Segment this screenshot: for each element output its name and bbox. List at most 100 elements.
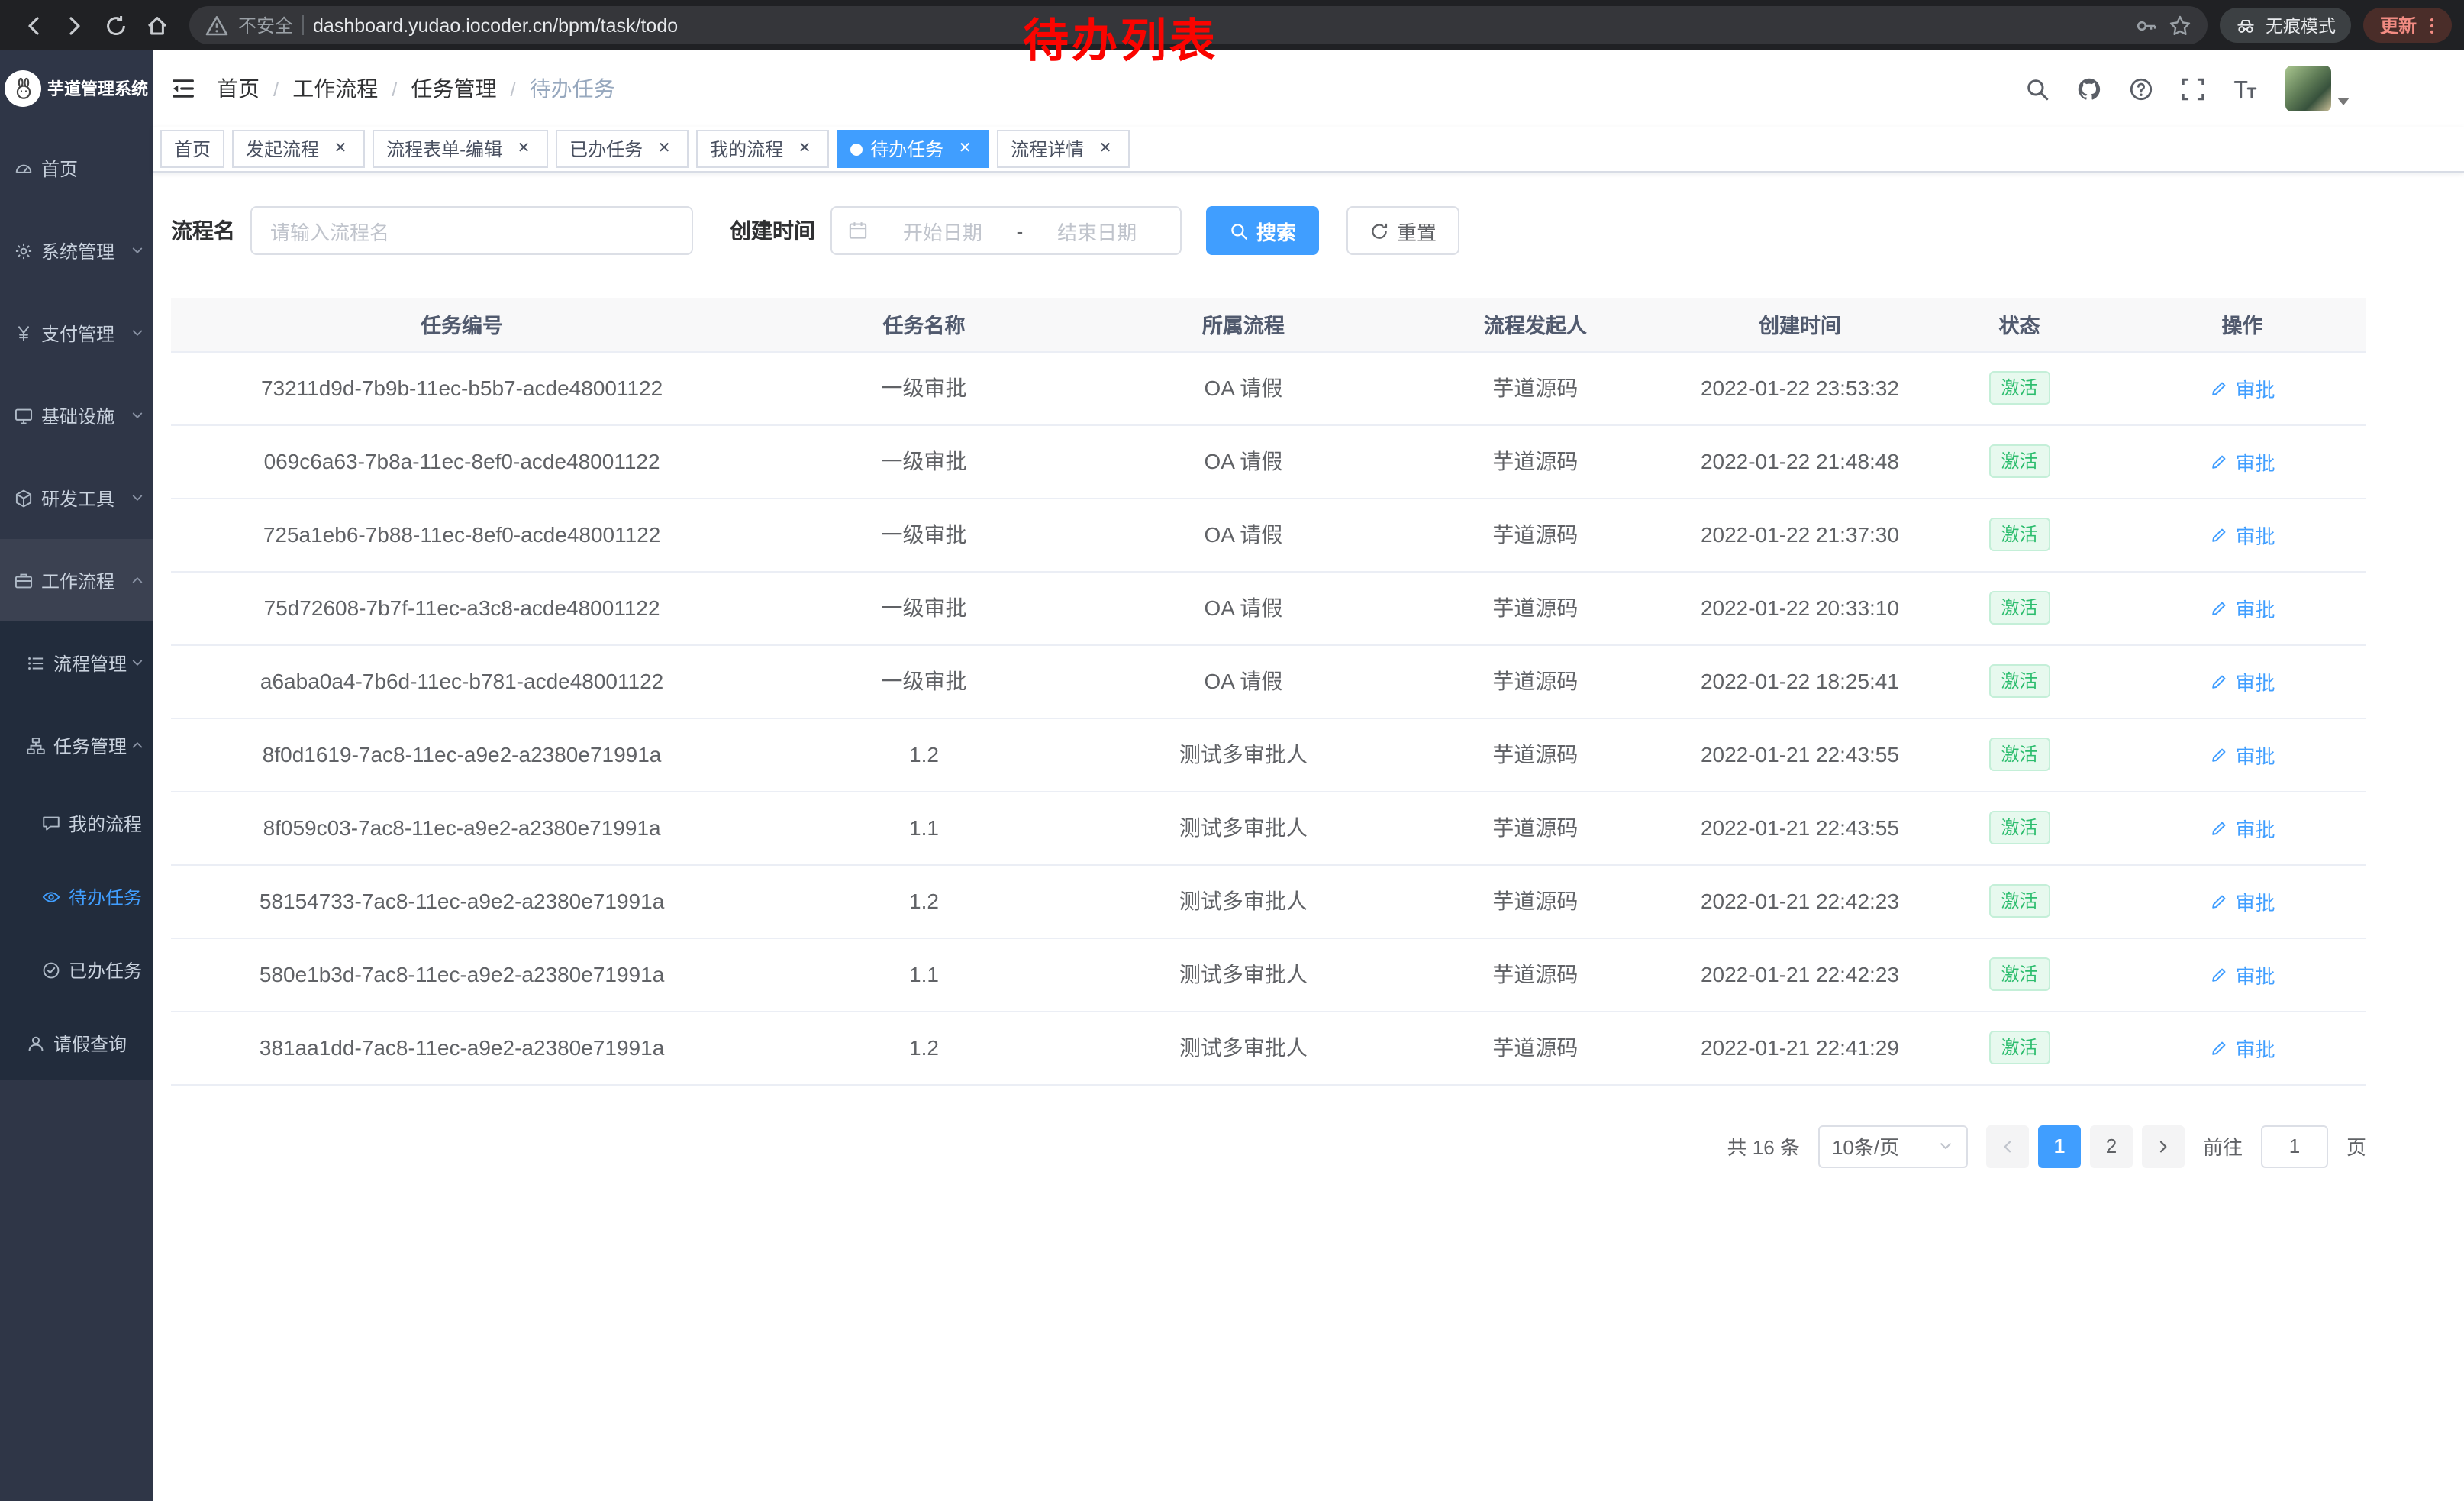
sidebar-item-leave-query[interactable]: 请假查询: [0, 1006, 153, 1080]
gear-icon: [14, 240, 34, 260]
app-logo[interactable]: 芋道管理系统: [0, 50, 153, 127]
page-button-1[interactable]: 1: [2038, 1125, 2081, 1167]
range-separator: -: [1017, 219, 1024, 242]
sidebar-item-home[interactable]: 首页: [0, 127, 153, 209]
edit-icon: [2209, 378, 2229, 398]
approve-link[interactable]: 审批: [2209, 667, 2275, 696]
fullscreen-button[interactable]: [2175, 72, 2209, 105]
col-status: 状态: [1921, 298, 2118, 351]
close-icon[interactable]: ✕: [653, 138, 675, 160]
home-button[interactable]: [136, 5, 177, 46]
header-search-button[interactable]: [2020, 72, 2053, 105]
sidebar-item-infrastructure[interactable]: 基础设施: [0, 374, 153, 457]
edit-icon: [2209, 1038, 2229, 1057]
create-time-range-picker[interactable]: 开始日期 - 结束日期: [830, 206, 1182, 255]
forward-button[interactable]: [53, 5, 95, 46]
approve-link[interactable]: 审批: [2209, 447, 2275, 476]
sidebar-item-my-processes[interactable]: 我的流程: [0, 786, 153, 860]
process-name-input[interactable]: 请输入流程名: [250, 206, 693, 255]
edit-icon: [2209, 964, 2229, 984]
active-dot: [850, 143, 863, 155]
approve-link[interactable]: 审批: [2209, 960, 2275, 989]
approve-link[interactable]: 审批: [2209, 1033, 2275, 1062]
col-initiator: 流程发起人: [1392, 298, 1679, 351]
tab-process-detail[interactable]: 流程详情 ✕: [997, 130, 1130, 168]
sidebar-item-process-mgmt[interactable]: 流程管理: [0, 621, 153, 704]
sidebar-item-system-mgmt[interactable]: 系统管理: [0, 209, 153, 292]
sidebar-item-devtools[interactable]: 研发工具: [0, 457, 153, 539]
update-label: 更新: [2380, 12, 2417, 38]
reload-button[interactable]: [95, 5, 136, 46]
prev-page-button[interactable]: [1986, 1125, 2029, 1167]
security-label: 不安全: [238, 12, 293, 38]
check-circle-icon: [41, 960, 61, 980]
github-link[interactable]: [2072, 72, 2105, 105]
tab-home[interactable]: 首页: [160, 130, 224, 168]
status-badge: 激活: [1989, 1031, 2050, 1064]
approve-link[interactable]: 审批: [2209, 520, 2275, 549]
password-key-icon[interactable]: [2134, 13, 2159, 37]
app-title: 芋道管理系统: [47, 76, 148, 101]
reload-icon: [103, 13, 127, 37]
approve-link[interactable]: 审批: [2209, 593, 2275, 622]
dashboard-icon: [14, 158, 34, 178]
sidebar-item-payment-mgmt[interactable]: 支付管理: [0, 292, 153, 374]
sidebar-collapse-button[interactable]: [159, 64, 208, 113]
avatar[interactable]: [2285, 66, 2331, 111]
breadcrumb-task-mgmt[interactable]: 任务管理: [411, 73, 497, 104]
close-icon[interactable]: ✕: [330, 138, 351, 160]
tab-start-process[interactable]: 发起流程 ✕: [232, 130, 365, 168]
close-icon[interactable]: ✕: [954, 138, 976, 160]
incognito-badge: 无痕模式: [2220, 8, 2351, 43]
goto-page-input[interactable]: 1: [2261, 1125, 2328, 1167]
question-circle-icon: [2127, 76, 2153, 102]
sidebar-item-workflow[interactable]: 工作流程: [0, 539, 153, 621]
breadcrumb: 首页 / 工作流程 / 任务管理 / 待办任务: [217, 73, 615, 104]
next-page-button[interactable]: [2142, 1125, 2185, 1167]
page-size-select[interactable]: 10条/页: [1818, 1125, 1968, 1167]
approve-link[interactable]: 审批: [2209, 740, 2275, 769]
back-button[interactable]: [12, 5, 53, 46]
font-size-button[interactable]: [2227, 72, 2261, 105]
breadcrumb-home[interactable]: 首页: [217, 73, 260, 104]
tab-done-tasks[interactable]: 已办任务 ✕: [556, 130, 689, 168]
update-button[interactable]: 更新: [2363, 8, 2452, 43]
process-name-label: 流程名: [171, 215, 235, 246]
sidebar-item-todo-tasks[interactable]: 待办任务: [0, 860, 153, 933]
col-task-id: 任务编号: [171, 298, 753, 351]
col-process: 所属流程: [1095, 298, 1392, 351]
refresh-icon: [1369, 221, 1389, 240]
page-button-2[interactable]: 2: [2090, 1125, 2133, 1167]
tab-my-processes[interactable]: 我的流程 ✕: [696, 130, 829, 168]
chevron-up-icon: [130, 573, 145, 588]
chevron-right-icon: [2154, 1137, 2172, 1155]
help-button[interactable]: [2124, 72, 2157, 105]
approve-link[interactable]: 审批: [2209, 813, 2275, 842]
app-frame: 芋道管理系统 首页 系统管理 支付管理 基础设施: [0, 50, 2464, 1501]
status-badge: 激活: [1989, 444, 2050, 478]
search-button[interactable]: 搜索: [1206, 206, 1319, 255]
url-text: dashboard.yudao.iocoder.cn/bpm/task/todo: [313, 15, 678, 36]
browser-menu-kebab-icon[interactable]: [2421, 15, 2443, 36]
col-create-time: 创建时间: [1679, 298, 1921, 351]
pagination: 共 16 条 10条/页 1 2 前往 1 页: [171, 1125, 2366, 1167]
user-menu[interactable]: [2285, 66, 2350, 111]
tab-todo-tasks[interactable]: 待办任务 ✕: [837, 130, 989, 168]
close-icon[interactable]: ✕: [1095, 138, 1116, 160]
sidebar-item-done-tasks[interactable]: 已办任务: [0, 933, 153, 1006]
approve-link[interactable]: 审批: [2209, 373, 2275, 402]
chevron-down-icon: [130, 408, 145, 423]
incognito-icon: [2235, 15, 2256, 36]
tab-process-form-edit[interactable]: 流程表单-编辑 ✕: [373, 130, 548, 168]
bookmark-star-icon[interactable]: [2168, 13, 2192, 37]
breadcrumb-workflow[interactable]: 工作流程: [292, 73, 378, 104]
close-icon[interactable]: ✕: [794, 138, 815, 160]
close-icon[interactable]: ✕: [513, 138, 534, 160]
back-icon: [21, 13, 45, 37]
edit-icon: [2209, 818, 2229, 838]
sidebar-item-task-mgmt[interactable]: 任务管理: [0, 704, 153, 786]
chevron-left-icon: [1998, 1137, 2017, 1155]
approve-link[interactable]: 审批: [2209, 886, 2275, 915]
reset-button[interactable]: 重置: [1346, 206, 1459, 255]
table-row: 381aa1dd-7ac8-11ec-a9e2-a2380e71991a 1.2…: [171, 1011, 2366, 1084]
